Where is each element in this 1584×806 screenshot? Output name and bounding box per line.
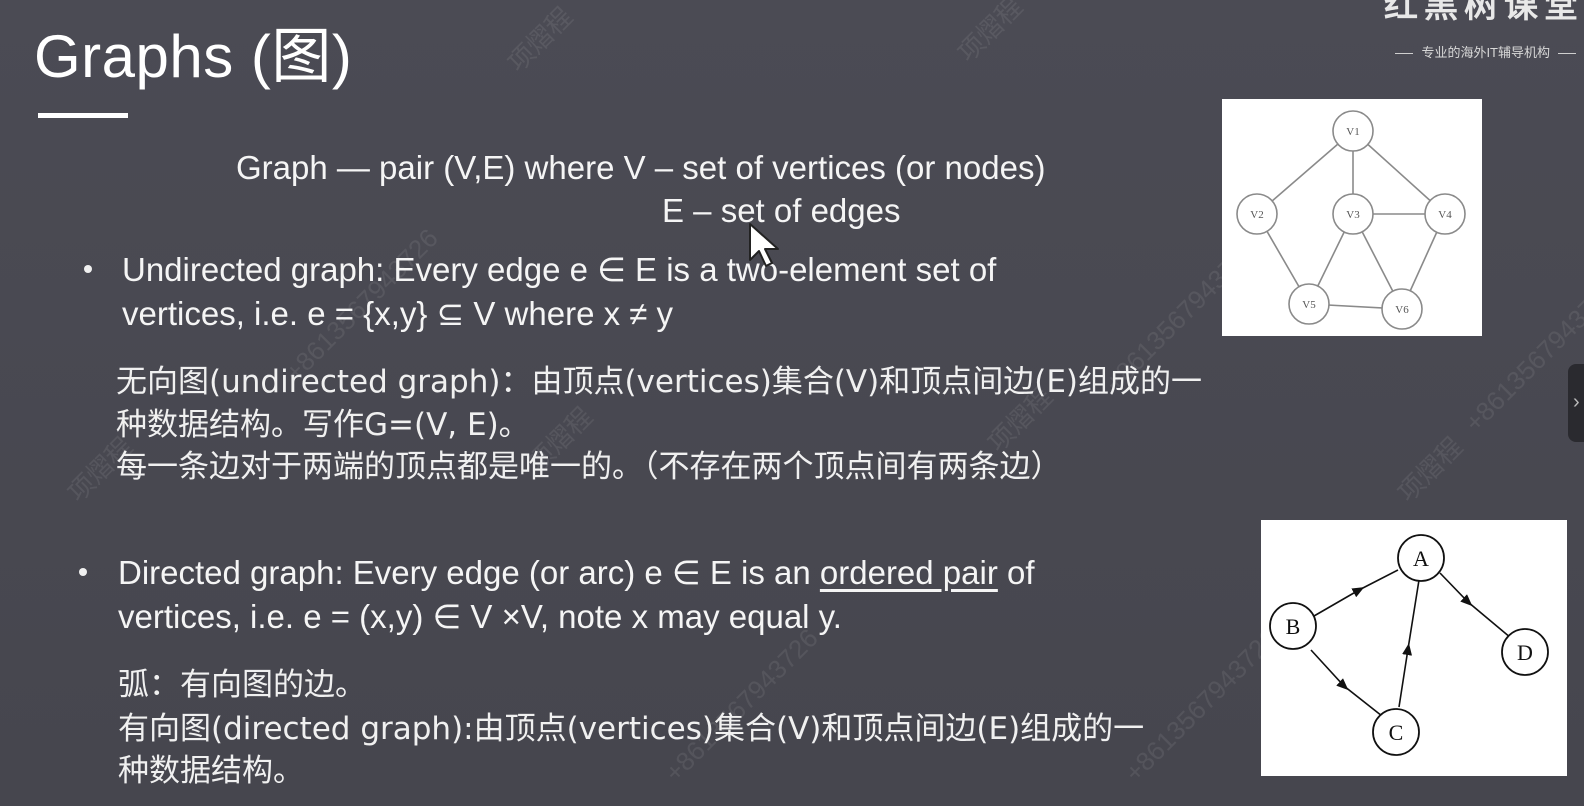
ordered-pair-term: ordered pair [819, 554, 998, 591]
node-label-v1: V1 [1346, 126, 1359, 138]
node-label-v5: V5 [1302, 299, 1316, 311]
watermark: +8613567943726 [1118, 622, 1284, 788]
side-panel-toggle[interactable]: › [1568, 364, 1584, 442]
node-label-v3: V3 [1346, 209, 1360, 221]
title-underline [38, 113, 128, 118]
directed-line1-pre: Directed graph: Every edge (or arc) e ∈ … [118, 554, 820, 591]
undirected-graph-figure: V1 V2 V3 V4 V5 V6 [1222, 99, 1482, 336]
undirected-cn-line1: 无向图(undirected graph)：由顶点(vertices)集合(V)… [116, 364, 1203, 400]
bullet-icon [84, 265, 92, 273]
undirected-graph-svg: V1 V2 V3 V4 V5 V6 [1236, 110, 1466, 330]
directed-cn-line1: 弧：有向图的边。 [118, 667, 366, 703]
directed-line1: Directed graph: Every edge (or arc) e ∈ … [118, 551, 1035, 595]
graph-definition-line2: E – set of edges [662, 192, 901, 229]
mouse-cursor-icon [748, 222, 780, 273]
edge-b-to-a [1313, 569, 1399, 617]
undirected-line1: Undirected graph: Every edge e ∈ E is a … [122, 251, 997, 288]
node-label-b: B [1286, 614, 1301, 639]
node-label-a: A [1413, 546, 1429, 571]
directed-graph-figure: A B C D [1261, 520, 1567, 776]
undirected-cn-line3: 每一条边对于两端的顶点都是唯一的。（不存在两个顶点间有两条边） [116, 449, 1062, 485]
chevron-right-icon: › [1573, 391, 1580, 413]
undirected-cn-line2: 种数据结构。写作G=(V, E)。 [116, 407, 530, 443]
directed-cn-line2: 有向图(directed graph):由顶点(vertices)集合(V)和顶… [118, 711, 1145, 747]
watermark: 项熠程 [951, 0, 1029, 68]
node-label-d: D [1517, 640, 1533, 665]
directed-cn-line3: 种数据结构。 [118, 753, 304, 789]
brand-slogan-text: 专业的海外IT辅导机构 [1421, 45, 1550, 60]
edge-c-to-a [1398, 579, 1420, 708]
undirected-line2: vertices, i.e. e = {x,y} ⊆ V where x ≠ y [122, 295, 674, 332]
bullet-icon [79, 568, 87, 576]
node-label-v6: V6 [1395, 304, 1409, 316]
edge-a-to-d [1439, 572, 1512, 639]
brand-name: 红黑树课堂 [1384, 0, 1584, 25]
watermark: 项熠程 [1391, 431, 1469, 508]
watermark: +8613567943726 [658, 622, 824, 788]
brand-slogan: 专业的海外IT辅导机构 [1354, 42, 1584, 61]
node-label-c: C [1389, 720, 1404, 745]
watermark: 项熠程 [501, 1, 579, 78]
directed-line2: vertices, i.e. e = (x,y) ∈ V ×V, note x … [118, 598, 842, 635]
slide-title: Graphs (图) [34, 23, 353, 90]
brand-logo: 红黑树课堂 专业的海外IT辅导机构 [1354, 0, 1584, 61]
graph-definition-line1: Graph — pair (V,E) where V – set of vert… [236, 149, 1046, 186]
node-label-v2: V2 [1250, 209, 1263, 221]
directed-graph-svg: A B C D [1269, 534, 1549, 756]
slide: 项熠程 项熠程 项熠程 项熠程 项熠程 项熠程 +8613567943726 +… [0, 0, 1584, 806]
edge-b-to-c [1310, 649, 1383, 717]
directed-line1-post: of [997, 554, 1035, 591]
node-label-v4: V4 [1438, 209, 1452, 221]
